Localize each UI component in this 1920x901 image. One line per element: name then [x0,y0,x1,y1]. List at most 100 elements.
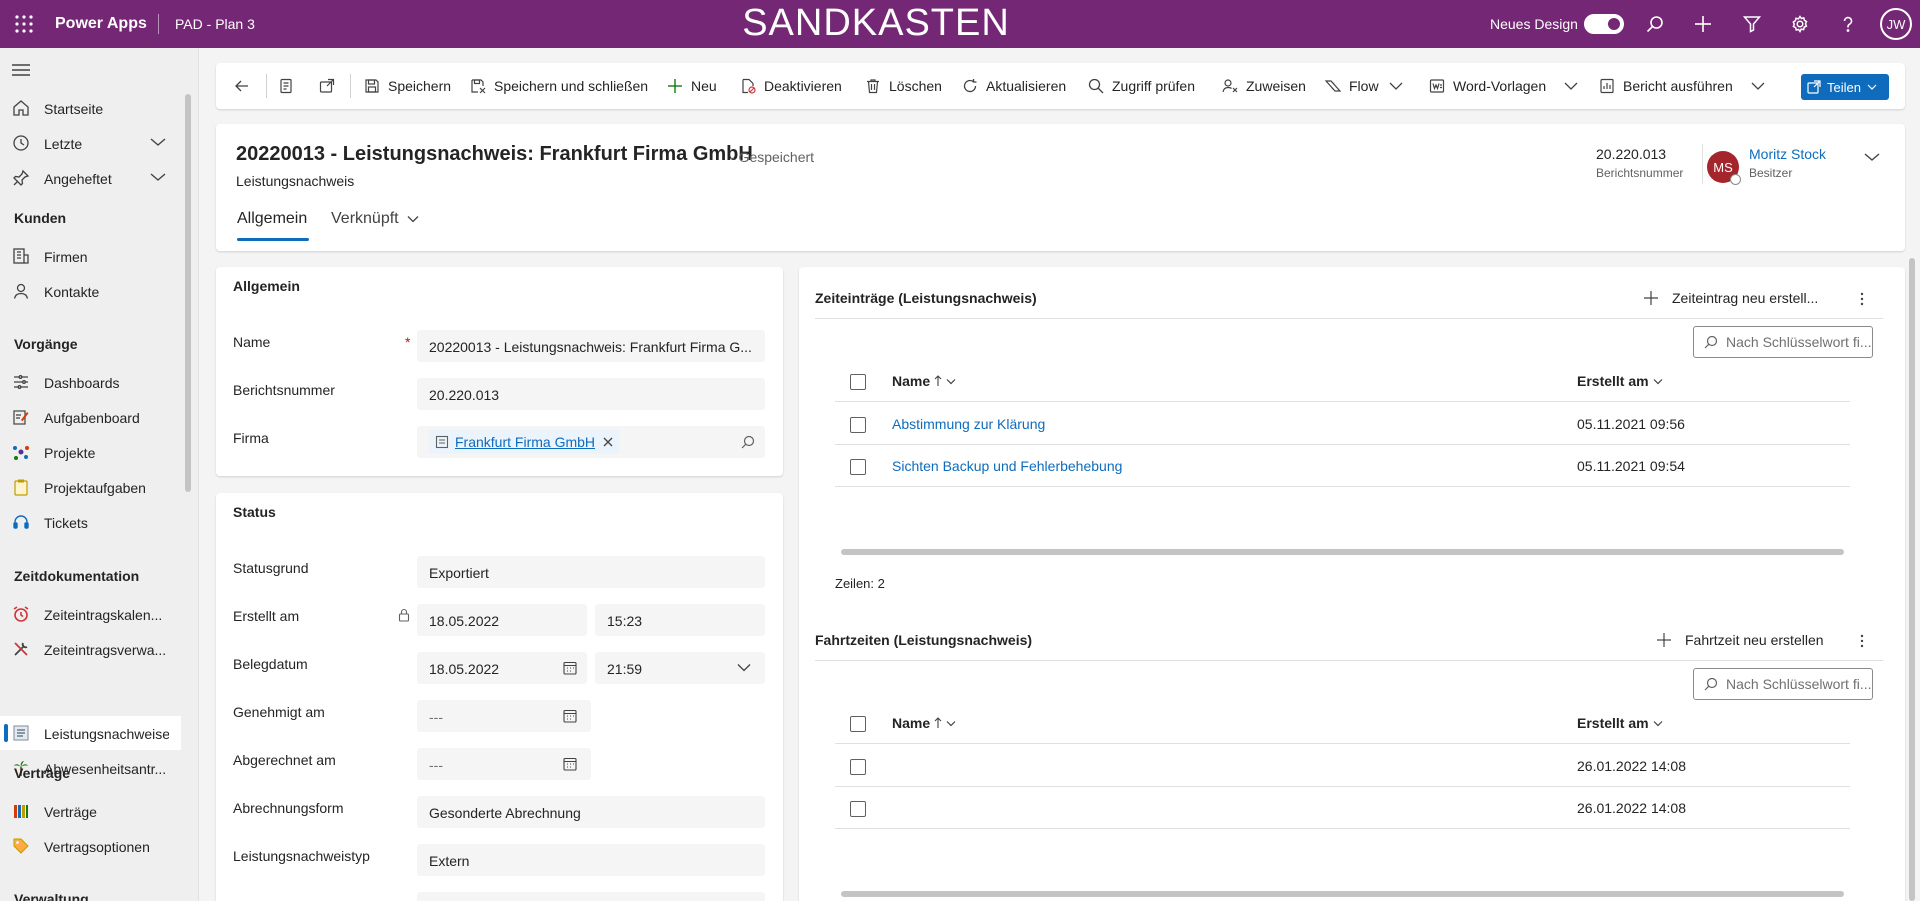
select-all-checkbox[interactable] [850,374,866,390]
new-time-entry-button[interactable]: Zeiteintrag neu erstell... [1644,290,1818,306]
column-header-name[interactable]: Name [892,373,956,389]
sidebar-item-dashboards[interactable]: Dashboards [0,365,181,399]
sidebar-item-startseite[interactable]: Startseite [0,91,181,125]
table-row-name-link[interactable]: Sichten Backup und Fehlerbehebung [892,458,1122,474]
section-title: Status [233,504,276,520]
check-access-button[interactable]: Zugriff prüfen [1088,63,1195,109]
owner-avatar[interactable]: MS [1707,151,1741,185]
sidebar-item-projekte[interactable]: Projekte [0,435,181,469]
created-time-field[interactable]: 15:23 [595,604,765,636]
column-header-created[interactable]: Erstellt am [1577,373,1663,389]
search-input[interactable]: Nach Schlüsselwort fi... [1693,668,1873,700]
column-header-created-label: Erstellt am [1577,373,1649,389]
column-header-created[interactable]: Erstellt am [1577,715,1663,731]
sidebar-scrollbar[interactable] [185,94,191,492]
share-button[interactable]: Teilen [1801,74,1889,100]
sidebar-item-firmen[interactable]: Firmen [0,239,181,273]
form-icon [278,78,302,94]
more-options-icon[interactable] [1854,291,1870,307]
sidebar-item-projektaufgaben[interactable]: Projektaufgaben [0,470,181,504]
new-button[interactable]: Neu [667,63,717,109]
report-number-field[interactable]: 20.220.013 [417,378,765,410]
billed-date-field[interactable]: --- [417,748,591,780]
report-icon [12,724,30,742]
search-icon[interactable] [1643,12,1667,36]
row-checkbox[interactable] [850,801,866,817]
sidebar-item-vertraege[interactable]: Verträge [0,794,181,828]
delete-button[interactable]: Löschen [865,63,942,109]
table-row-name-link[interactable]: Abstimmung zur Klärung [892,416,1045,432]
sidebar-item-aufgabenboard[interactable]: Aufgabenboard [0,400,181,434]
form-view-button[interactable] [278,63,302,109]
document-time-field[interactable]: 21:59 [595,652,765,684]
main-vertical-scrollbar[interactable] [1909,258,1915,901]
sidebar-item-kontakte[interactable]: Kontakte [0,274,181,308]
filter-icon[interactable] [1740,12,1764,36]
company-lookup-tag[interactable]: Frankfurt Firma GmbH [429,430,620,454]
calendar-icon[interactable] [563,757,577,771]
chevron-down-icon [942,720,956,727]
assign-button[interactable]: Zuweisen [1222,63,1306,109]
word-templates-button[interactable]: Word-Vorlagen [1429,63,1586,109]
sidebar-item-leistungsnachweise[interactable]: Leistungsnachweise [0,716,181,750]
chevron-down-icon[interactable] [150,137,166,149]
created-date-field[interactable]: 18.05.2022 [417,604,587,636]
more-options-icon[interactable] [1854,633,1870,649]
save-and-close-button[interactable]: Speichern und schließen [470,63,648,109]
column-header-name[interactable]: Name [892,715,956,731]
chevron-down-icon[interactable] [150,172,166,184]
help-icon[interactable] [1836,12,1860,36]
save-button[interactable]: Speichern [364,63,451,109]
document-date-field[interactable]: 18.05.2022 [417,652,587,684]
deactivate-button[interactable]: Deaktivieren [740,63,842,109]
owner-role: Besitzer [1749,166,1793,180]
owner-name-link[interactable]: Moritz Stock [1749,146,1826,162]
approved-date-field[interactable]: --- [417,700,591,732]
refresh-button[interactable]: Aktualisieren [962,63,1066,109]
report-type-field[interactable]: Extern [417,844,765,876]
row-checkbox[interactable] [850,459,866,475]
grid-horizontal-scrollbar[interactable] [841,549,1844,555]
statusgrund-field[interactable]: Exportiert [417,556,765,588]
tab-verknuepft[interactable]: Verknüpft [331,210,419,228]
lookup-search-icon[interactable] [741,435,755,449]
sidebar-item-letzte[interactable]: Letzte [0,126,181,160]
plus-icon[interactable] [1691,12,1715,36]
next-field-partial[interactable] [417,892,765,901]
open-new-window-button[interactable] [319,63,343,109]
remove-lookup-icon[interactable] [603,437,613,447]
billing-type-field[interactable]: Gesonderte Abrechnung [417,796,765,828]
sidebar-item-zeiteintragsverwaltung[interactable]: Zeiteintragsverwa... [0,632,181,666]
flow-button[interactable]: Flow [1325,63,1411,109]
back-button[interactable] [234,63,258,109]
clipboard-icon [12,478,30,496]
search-input[interactable]: Nach Schlüsselwort fi... [1693,326,1873,358]
sort-ascending-icon [930,717,942,729]
company-lookup-field[interactable]: Frankfurt Firma GmbH [417,426,765,458]
sidebar-item-vertragsoptionen[interactable]: Vertragsoptionen [0,829,181,863]
hamburger-menu-icon[interactable] [12,63,32,77]
chevron-down-icon [942,378,956,385]
calendar-icon[interactable] [563,661,577,675]
new-travel-time-button[interactable]: Fahrtzeit neu erstellen [1657,632,1824,648]
grid-horizontal-scrollbar[interactable] [841,891,1844,897]
calendar-icon[interactable] [563,709,577,723]
settings-icon[interactable] [1788,12,1812,36]
run-report-button[interactable]: Bericht ausführen [1599,63,1773,109]
chevron-down-icon[interactable] [737,663,751,672]
row-checkbox[interactable] [850,417,866,433]
tab-allgemein[interactable]: Allgemein [237,210,307,228]
sidebar-item-zeiteintragskalender[interactable]: Zeiteintragskalen... [0,597,181,631]
name-field[interactable]: 20220013 - Leistungsnachweis: Frankfurt … [417,330,765,362]
check-access-label: Zugriff prüfen [1112,78,1196,94]
row-checkbox[interactable] [850,759,866,775]
company-link[interactable]: Frankfurt Firma GmbH [455,434,595,450]
deactivate-label: Deaktivieren [764,78,842,94]
sidebar-item-angeheftet[interactable]: Angeheftet [0,161,181,195]
header-expand-chevron-icon[interactable] [1863,151,1881,169]
new-design-toggle[interactable] [1584,14,1624,34]
select-all-checkbox[interactable] [850,716,866,732]
user-avatar[interactable]: JW [1880,8,1912,40]
sidebar-item-tickets[interactable]: Tickets [0,505,181,539]
header-divider [1702,144,1703,184]
